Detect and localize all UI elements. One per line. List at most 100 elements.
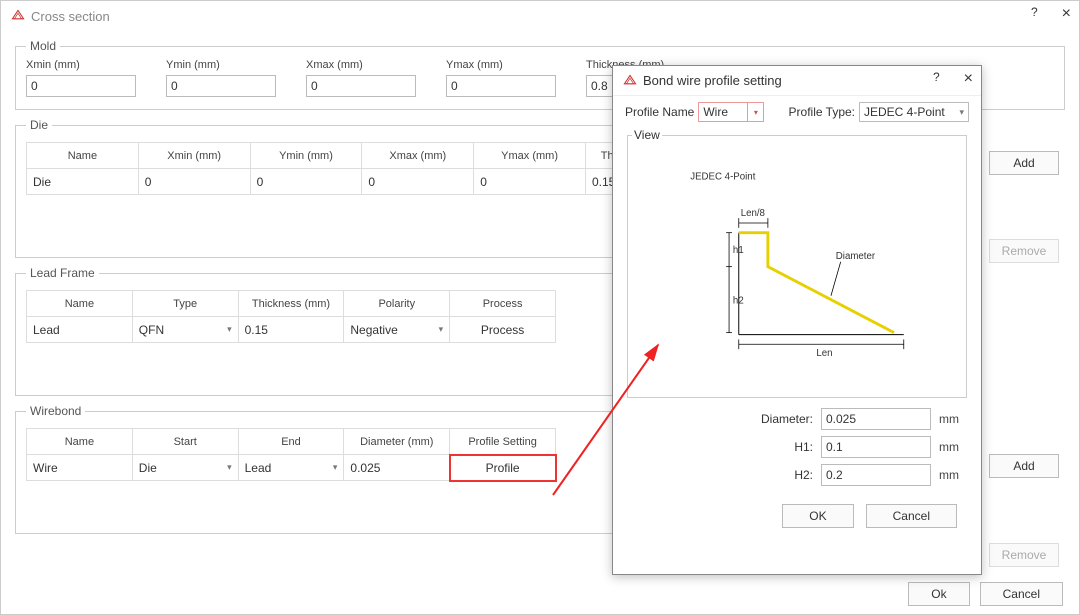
view-legend: View: [632, 128, 662, 142]
app-logo-icon: [11, 9, 25, 23]
table-row[interactable]: Wire Die ▾ Lead ▾ 0.025 Profile: [27, 455, 556, 481]
die-th-name: Name: [27, 143, 139, 169]
unit-mm: mm: [939, 440, 969, 454]
lead-type-cell[interactable]: QFN ▾: [132, 317, 238, 343]
lead-table: Name Type Thickness (mm) Polarity Proces…: [26, 290, 556, 343]
lead-process-button[interactable]: Process: [450, 317, 556, 343]
ok-button[interactable]: Ok: [908, 582, 969, 606]
lead-pol-value: Negative: [350, 323, 397, 337]
die-th-ymin: Ymin (mm): [250, 143, 362, 169]
wb-th-dia: Diameter (mm): [344, 429, 450, 455]
h1-input[interactable]: [821, 436, 931, 458]
lead-th-pol: Polarity: [344, 291, 450, 317]
wirebond-add-button[interactable]: Add: [989, 454, 1059, 478]
diameter-label: Diameter:: [753, 412, 813, 426]
wb-dia-cell[interactable]: 0.025: [344, 455, 450, 481]
wb-th-prof: Profile Setting: [450, 429, 556, 455]
help-icon[interactable]: ?: [1031, 5, 1038, 23]
lead-legend: Lead Frame: [26, 266, 99, 280]
die-table: Name Xmin (mm) Ymin (mm) Xmax (mm) Ymax …: [26, 142, 666, 195]
dialog-close-icon[interactable]: ×: [964, 70, 973, 88]
mold-ymax-label: Ymax (mm): [446, 59, 556, 71]
dialog-titlebar: Bond wire profile setting ? ×: [613, 66, 981, 96]
wb-th-name: Name: [27, 429, 133, 455]
footer-buttons: Ok Cancel: [908, 582, 1063, 606]
die-ymax-cell[interactable]: 0: [474, 169, 586, 195]
cancel-button[interactable]: Cancel: [980, 582, 1063, 606]
dialog-ok-button[interactable]: OK: [782, 504, 853, 528]
h2-label: H2:: [753, 468, 813, 482]
die-th-ymax: Ymax (mm): [474, 143, 586, 169]
wb-start-value: Die: [139, 461, 157, 475]
lead-pol-cell[interactable]: Negative ▾: [344, 317, 450, 343]
wirebond-legend: Wirebond: [26, 404, 85, 418]
die-remove-button[interactable]: Remove: [989, 239, 1059, 263]
ann-len: Len: [816, 348, 832, 359]
wirebond-table: Name Start End Diameter (mm) Profile Set…: [26, 428, 556, 481]
die-legend: Die: [26, 118, 52, 132]
dialog-cancel-button[interactable]: Cancel: [866, 504, 957, 528]
lead-th-type: Type: [132, 291, 238, 317]
chevron-down-icon: ▾: [227, 324, 232, 335]
die-ymin-cell[interactable]: 0: [250, 169, 362, 195]
profile-name-label: Profile Name: [625, 105, 694, 119]
die-xmin-cell[interactable]: 0: [138, 169, 250, 195]
die-th-xmin: Xmin (mm): [138, 143, 250, 169]
wb-th-start: Start: [132, 429, 238, 455]
profile-name-select[interactable]: Wire: [698, 102, 748, 122]
chevron-down-icon: ▾: [439, 324, 444, 335]
diameter-input[interactable]: [821, 408, 931, 430]
dialog-title: Bond wire profile setting: [643, 73, 782, 88]
wb-profile-button[interactable]: Profile: [450, 455, 556, 481]
lead-name-cell[interactable]: Lead: [27, 317, 133, 343]
profile-name-dropdown-icon[interactable]: ▾: [748, 102, 764, 122]
table-row[interactable]: Lead QFN ▾ 0.15 Negative ▾ Process: [27, 317, 556, 343]
ann-h1: h1: [733, 245, 744, 256]
wire-profile-diagram: JEDEC 4-Point Len/8 h1 h2: [632, 150, 962, 393]
die-th-xmax: Xmax (mm): [362, 143, 474, 169]
wb-name-cell[interactable]: Wire: [27, 455, 133, 481]
ann-len8: Len/8: [741, 208, 765, 219]
main-title: Cross section: [31, 9, 110, 24]
mold-xmin-label: Xmin (mm): [26, 59, 136, 71]
mold-ymin-input[interactable]: [166, 75, 276, 97]
wirebond-remove-button[interactable]: Remove: [989, 543, 1059, 567]
profile-name-value: Wire: [703, 105, 728, 119]
profile-type-select[interactable]: JEDEC 4-Point ▾: [859, 102, 969, 122]
lead-thick-cell[interactable]: 0.15: [238, 317, 344, 343]
main-titlebar: Cross section ? ×: [1, 1, 1079, 31]
lead-type-value: QFN: [139, 323, 164, 337]
profile-dialog: Bond wire profile setting ? × Profile Na…: [612, 65, 982, 575]
dialog-help-icon[interactable]: ?: [933, 70, 940, 88]
view-group: View JEDEC 4-Point Len/8 h1: [627, 128, 967, 398]
ann-h2: h2: [733, 296, 744, 307]
mold-legend: Mold: [26, 39, 60, 53]
ann-diameter: Diameter: [836, 251, 876, 262]
die-name-cell[interactable]: Die: [27, 169, 139, 195]
mold-ymax-input[interactable]: [446, 75, 556, 97]
chevron-down-icon: ▾: [227, 462, 232, 473]
profile-type-value: JEDEC 4-Point: [864, 105, 945, 119]
mold-ymin-label: Ymin (mm): [166, 59, 276, 71]
wb-start-cell[interactable]: Die ▾: [132, 455, 238, 481]
unit-mm: mm: [939, 412, 969, 426]
table-row[interactable]: Die 0 0 0 0 0.15: [27, 169, 666, 195]
app-logo-icon: [623, 74, 637, 88]
die-xmax-cell[interactable]: 0: [362, 169, 474, 195]
chevron-down-icon: ▾: [959, 107, 964, 118]
close-icon[interactable]: ×: [1062, 5, 1071, 23]
h2-input[interactable]: [821, 464, 931, 486]
lead-th-thick: Thickness (mm): [238, 291, 344, 317]
wb-end-value: Lead: [245, 461, 272, 475]
diagram-title: JEDEC 4-Point: [690, 171, 755, 182]
chevron-down-icon: ▾: [333, 462, 338, 473]
profile-type-label: Profile Type:: [789, 105, 855, 119]
mold-xmax-label: Xmax (mm): [306, 59, 416, 71]
lead-th-proc: Process: [450, 291, 556, 317]
mold-xmin-input[interactable]: [26, 75, 136, 97]
unit-mm: mm: [939, 468, 969, 482]
wb-end-cell[interactable]: Lead ▾: [238, 455, 344, 481]
h1-label: H1:: [753, 440, 813, 454]
die-add-button[interactable]: Add: [989, 151, 1059, 175]
mold-xmax-input[interactable]: [306, 75, 416, 97]
